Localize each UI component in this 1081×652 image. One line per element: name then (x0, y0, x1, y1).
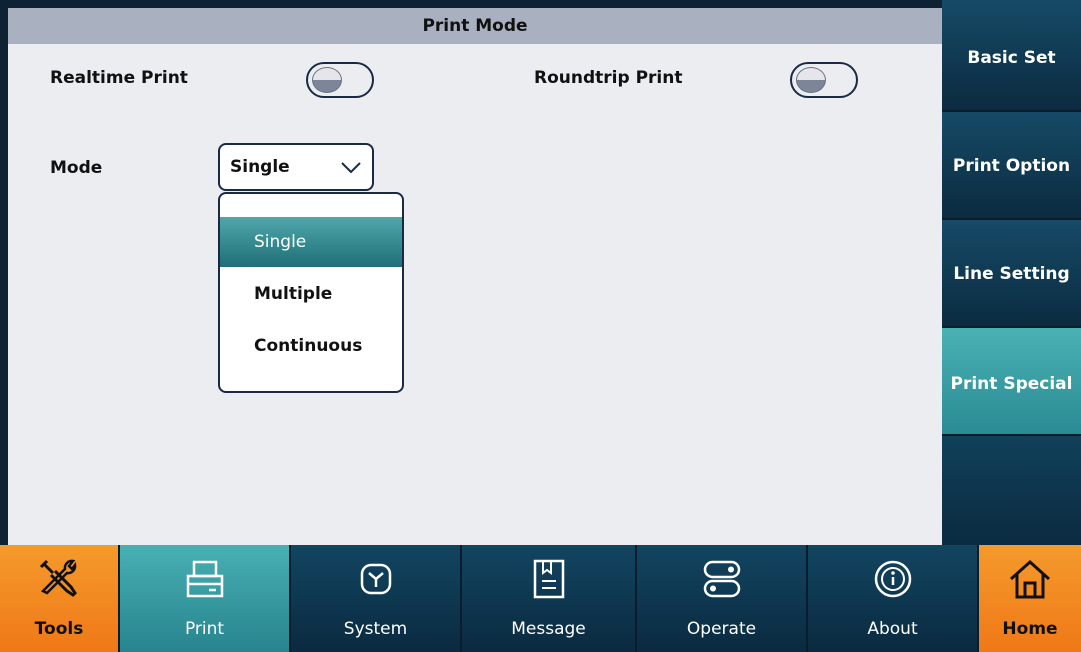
toggle-knob (796, 67, 826, 93)
side-nav-empty (942, 436, 1081, 545)
mode-dropdown-list: Single Multiple Continuous (218, 192, 404, 393)
tab-label: Tools (34, 619, 84, 639)
tab-message[interactable]: Message (462, 545, 637, 652)
side-item-line-setting[interactable]: Line Setting (942, 220, 1081, 328)
mode-option-single[interactable]: Single (220, 217, 402, 267)
mode-select[interactable]: Single (218, 143, 374, 191)
mode-option-continuous[interactable]: Continuous (220, 321, 402, 371)
tab-system[interactable]: System (291, 545, 462, 652)
bottom-nav: Tools Print System Message Operate About… (0, 545, 1081, 652)
tab-label: About (867, 619, 918, 639)
tab-home[interactable]: Home (979, 545, 1081, 652)
mode-label: Mode (50, 158, 103, 178)
tools-icon (39, 559, 77, 597)
mode-option-multiple[interactable]: Multiple (220, 269, 402, 319)
side-item-label: Line Setting (953, 264, 1070, 284)
side-item-label: Print Option (952, 156, 1071, 176)
tab-label: Print (184, 619, 225, 639)
side-item-label: Print Special (950, 374, 1073, 394)
tab-about[interactable]: About (808, 545, 979, 652)
printer-icon (186, 560, 223, 598)
side-nav: Basic Set Print Option Line Setting Prin… (942, 0, 1081, 545)
side-item-print-option[interactable]: Print Option (942, 112, 1081, 220)
tab-label: System (343, 619, 408, 639)
tab-label: Message (511, 619, 586, 639)
operate-icon (703, 560, 740, 598)
side-item-basic-set[interactable]: Basic Set (942, 0, 1081, 112)
chevron-down-icon (341, 162, 361, 174)
print-mode-panel: Print Mode Realtime Print Roundtrip Prin… (8, 8, 942, 545)
toggle-knob (312, 67, 342, 93)
tab-tools[interactable]: Tools (0, 545, 120, 652)
mode-select-value: Single (230, 157, 290, 177)
roundtrip-print-label: Roundtrip Print (534, 68, 683, 88)
page-title: Print Mode (8, 8, 942, 44)
tab-label: Operate (686, 619, 757, 639)
home-icon (1009, 559, 1051, 599)
tab-operate[interactable]: Operate (637, 545, 808, 652)
screen: Print Mode Realtime Print Roundtrip Prin… (0, 0, 1081, 652)
side-item-print-special[interactable]: Print Special (942, 328, 1081, 436)
message-icon (533, 559, 564, 599)
roundtrip-print-toggle[interactable] (790, 62, 858, 98)
tab-print[interactable]: Print (120, 545, 291, 652)
info-icon (874, 560, 911, 598)
tab-label: Home (1002, 619, 1058, 639)
system-icon (360, 563, 391, 595)
realtime-print-toggle[interactable] (306, 62, 374, 98)
side-item-label: Basic Set (967, 48, 1056, 68)
realtime-print-label: Realtime Print (50, 68, 188, 88)
